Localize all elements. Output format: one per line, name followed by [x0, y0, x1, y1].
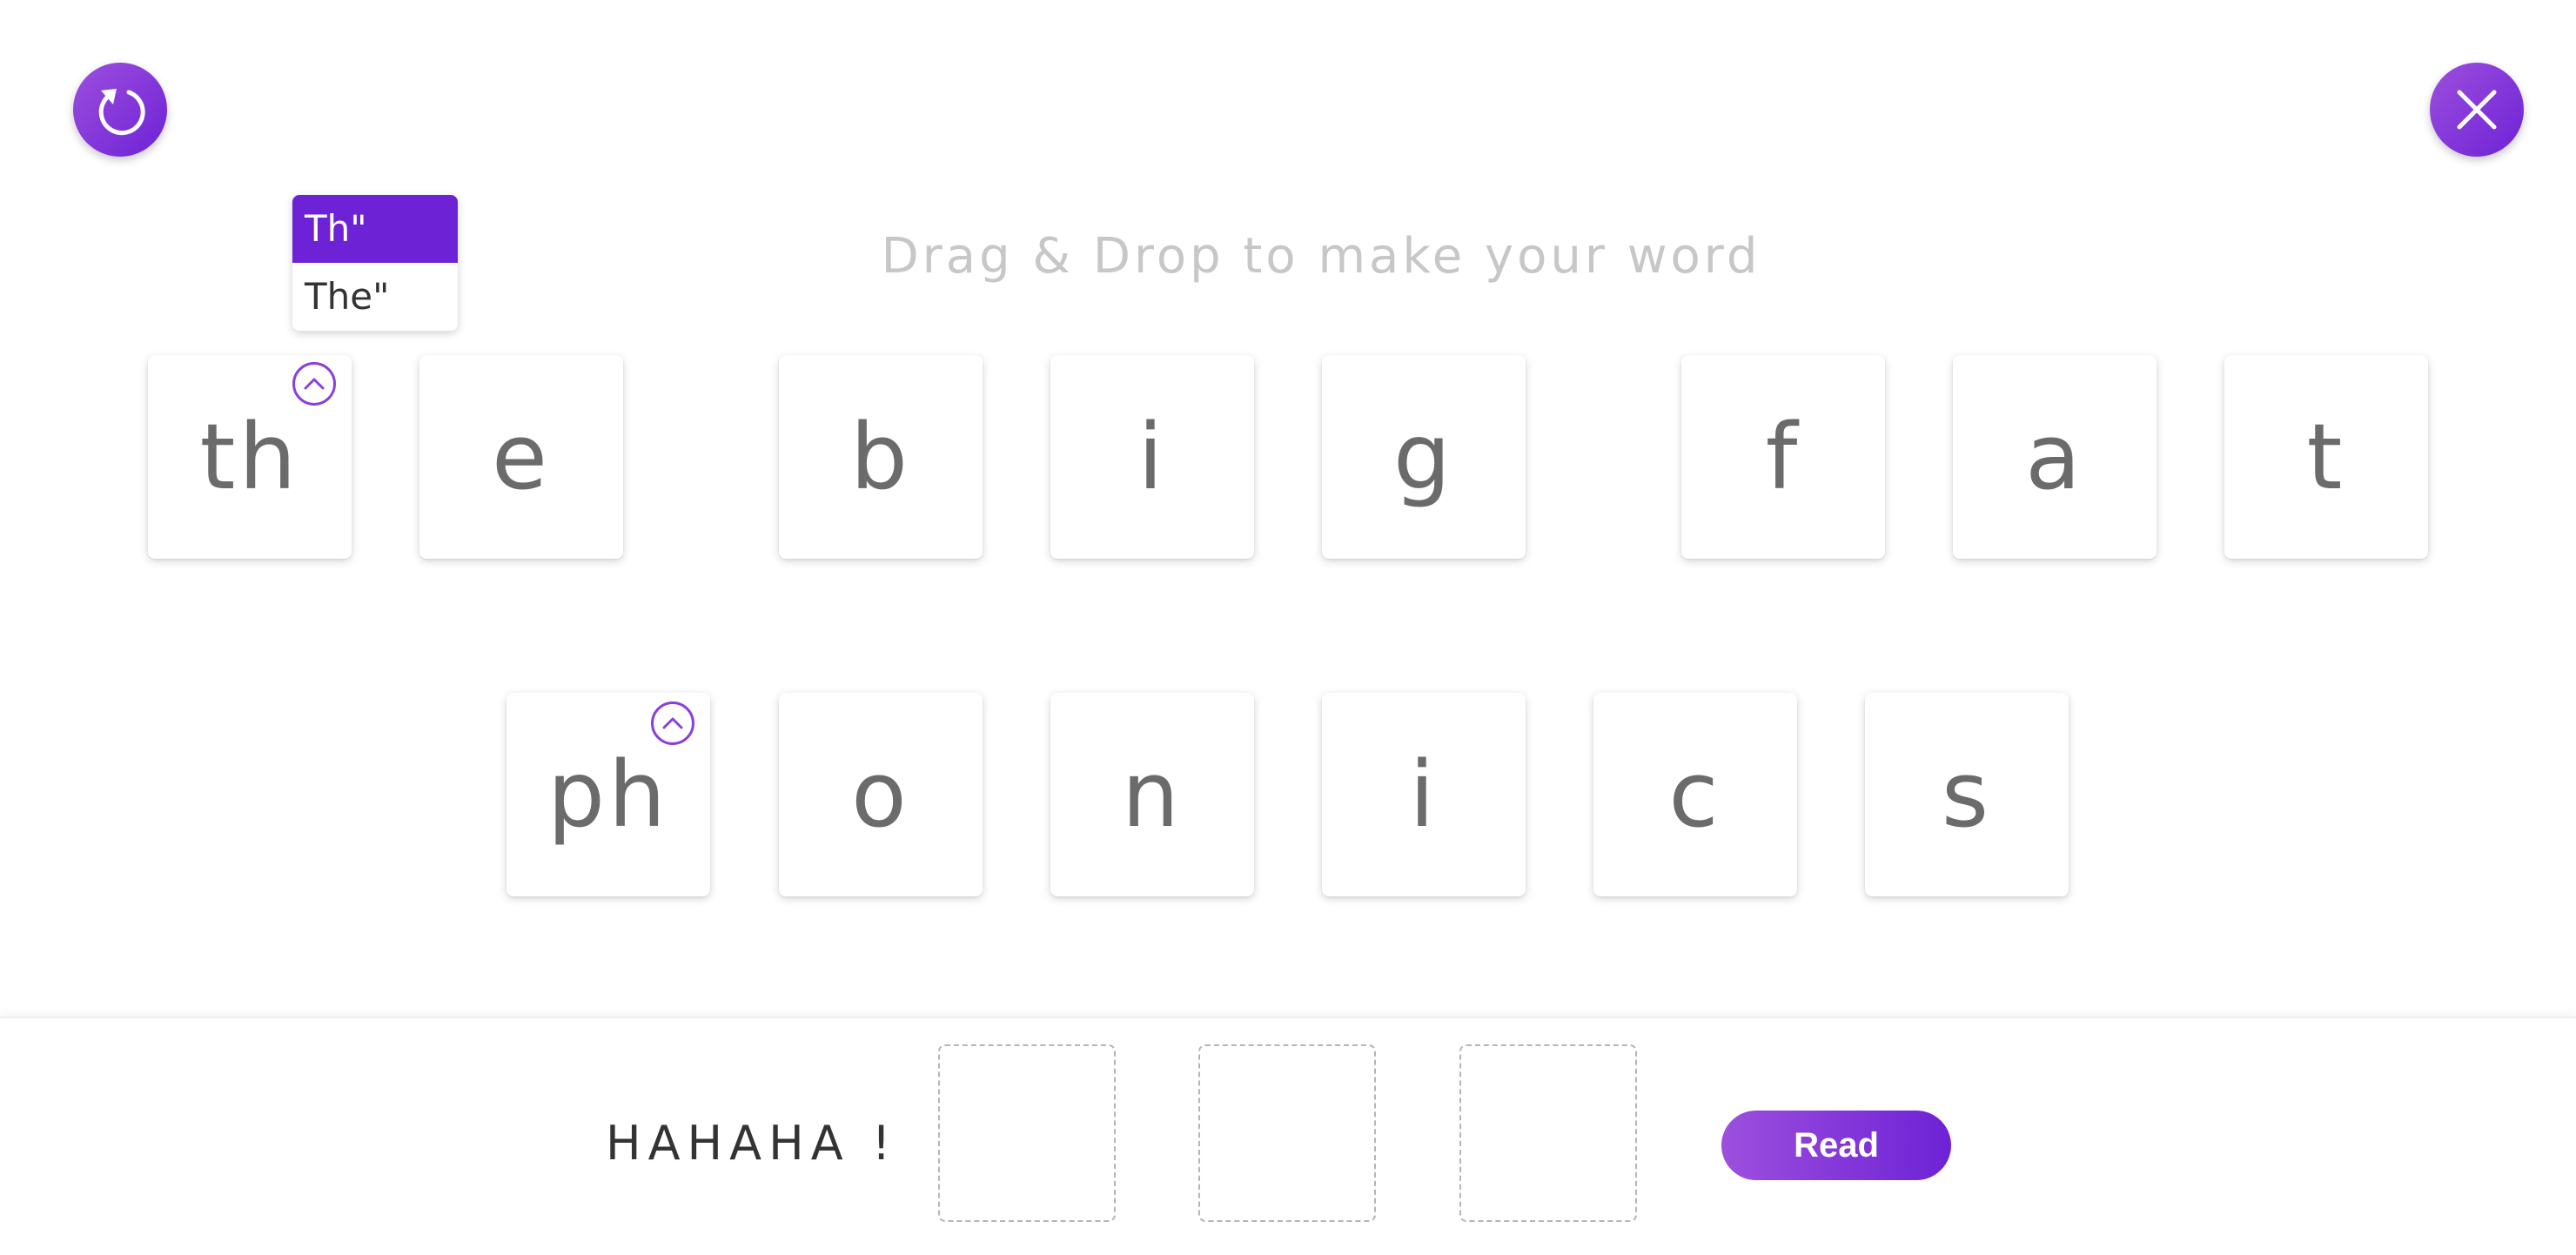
- tile-letter: n: [1122, 742, 1183, 848]
- letter-tile-g[interactable]: g: [1322, 355, 1526, 559]
- letter-tile-i[interactable]: i: [1322, 693, 1526, 896]
- tile-letter: c: [1668, 742, 1722, 848]
- letter-tile-s[interactable]: s: [1865, 693, 2069, 896]
- tile-letter: a: [2025, 404, 2084, 510]
- reset-button[interactable]: [73, 63, 167, 157]
- letter-tile-a[interactable]: a: [1953, 355, 2157, 559]
- dropdown-option-selected[interactable]: Th": [292, 195, 458, 263]
- drop-slot[interactable]: [1198, 1044, 1376, 1222]
- close-icon: [2457, 90, 2497, 130]
- letter-tile-i[interactable]: i: [1050, 355, 1254, 559]
- letter-tile-b[interactable]: b: [779, 355, 983, 559]
- letter-tile-t[interactable]: t: [2224, 355, 2428, 559]
- letter-tile-e[interactable]: e: [419, 355, 623, 559]
- tile-letter: b: [849, 404, 911, 510]
- letter-tile-f[interactable]: f: [1681, 355, 1885, 559]
- tile-letter: t: [2306, 404, 2346, 510]
- tile-letter: e: [492, 404, 551, 510]
- tile-letter: th: [199, 404, 300, 510]
- drop-slot[interactable]: [1459, 1044, 1637, 1222]
- tile-letter: g: [1392, 404, 1454, 510]
- close-button[interactable]: [2430, 63, 2524, 157]
- tile-letter: ph: [547, 742, 669, 848]
- chevron-up-icon: [304, 378, 325, 390]
- letter-tile-ph[interactable]: ph: [506, 693, 710, 896]
- tile-letter: f: [1765, 404, 1801, 510]
- expand-options-button[interactable]: [292, 362, 336, 406]
- letter-tile-o[interactable]: o: [779, 693, 983, 896]
- expand-options-button[interactable]: [651, 701, 694, 745]
- dropdown-option[interactable]: The": [292, 263, 458, 331]
- tile-letter: i: [1137, 404, 1167, 510]
- tile-letter: i: [1409, 742, 1439, 848]
- drop-slot[interactable]: [938, 1044, 1116, 1222]
- phoneme-options-dropdown: Th" The": [292, 195, 458, 331]
- letter-tile-n[interactable]: n: [1050, 693, 1254, 896]
- tile-letter: s: [1941, 742, 1993, 848]
- read-button[interactable]: Read: [1721, 1111, 1951, 1180]
- letter-tile-c[interactable]: c: [1593, 693, 1797, 896]
- chevron-up-icon: [662, 717, 683, 729]
- letter-tile-th[interactable]: th: [148, 355, 352, 559]
- tile-letter: o: [851, 742, 910, 848]
- feedback-text: HAHAHA !: [606, 1116, 898, 1171]
- reset-icon: [98, 89, 145, 136]
